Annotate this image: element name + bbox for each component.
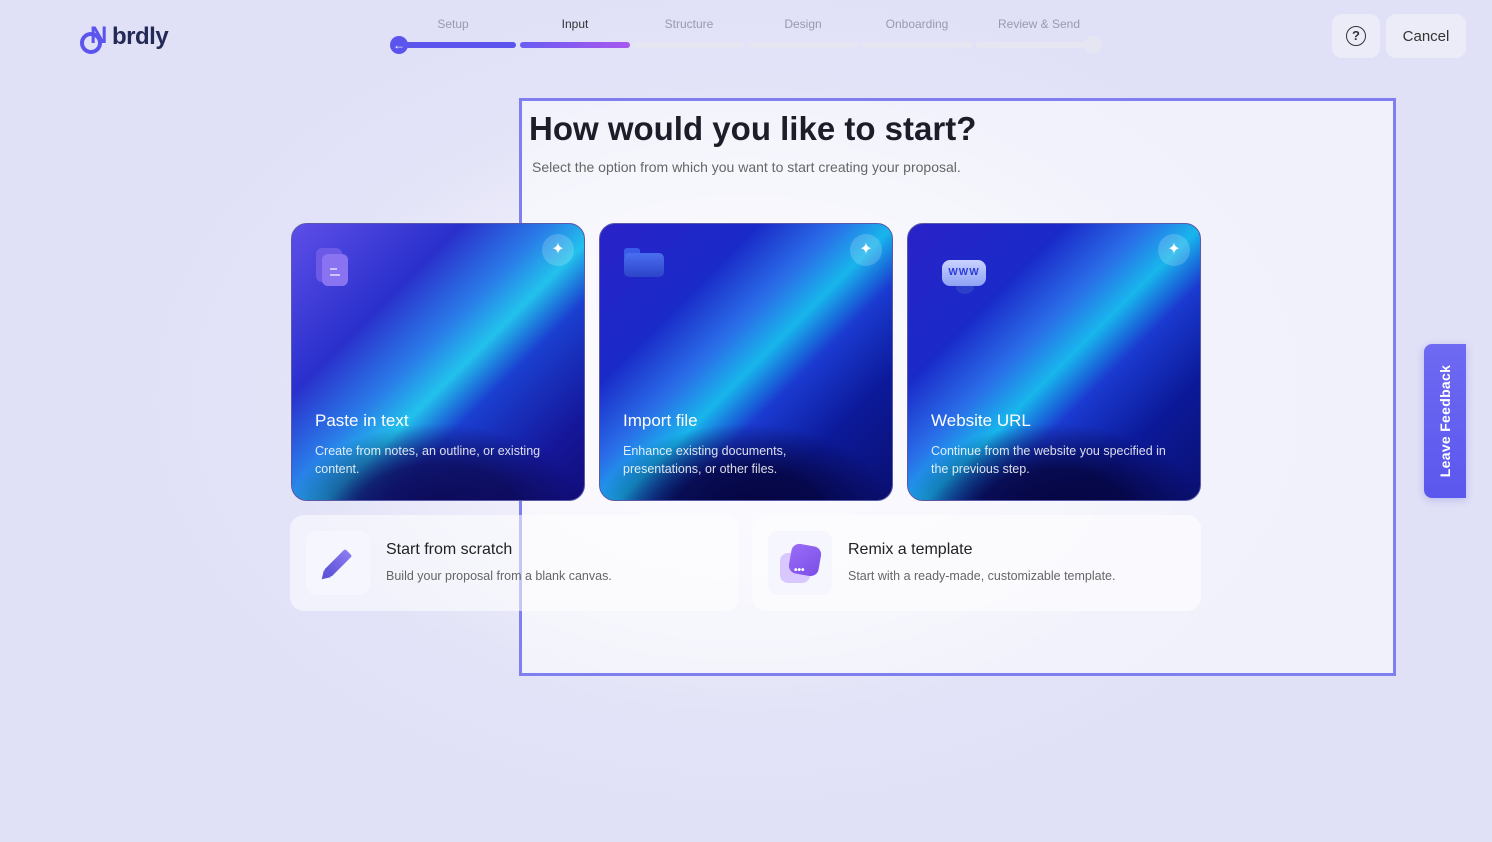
card-description: Create from notes, an outline, or existi… — [315, 444, 541, 476]
feedback-label: Leave Feedback — [1437, 364, 1453, 478]
remix-icon: ••• — [768, 531, 832, 595]
step-setup-label[interactable]: Setup — [437, 17, 468, 31]
card-title: Import file — [623, 411, 698, 430]
pencil-icon — [306, 531, 370, 595]
page-title: How would you like to start? — [529, 110, 977, 147]
step-structure-bar — [634, 42, 744, 48]
step-setup-bar — [398, 42, 516, 48]
card-description: Enhance existing documents, presentation… — [623, 444, 787, 476]
option-start-from-scratch[interactable]: Start from scratch Build your proposal f… — [290, 515, 739, 611]
document-icon — [316, 248, 348, 288]
sparkle-icon: ✦ — [542, 234, 574, 266]
option-description: Build your proposal from a blank canvas. — [386, 569, 612, 583]
www-icon: WWW — [942, 260, 986, 294]
leave-feedback-tab[interactable]: Leave Feedback — [1424, 344, 1466, 498]
logo[interactable]: N brdly — [78, 20, 169, 54]
page-subtitle: Select the option from which you want to… — [532, 159, 961, 175]
sparkle-icon: ✦ — [850, 234, 882, 266]
option-remix-template[interactable]: ••• Remix a template Start with a ready-… — [752, 515, 1201, 611]
card-import-file[interactable]: ✦ Import file Enhance existing documents… — [599, 223, 893, 501]
step-input-label[interactable]: Input — [562, 17, 589, 31]
step-review-send-bar — [976, 42, 1092, 48]
back-arrow-icon[interactable]: ← — [390, 36, 408, 54]
step-structure-label[interactable]: Structure — [665, 17, 714, 31]
option-title: Remix a template — [848, 541, 973, 558]
option-title: Start from scratch — [386, 541, 513, 558]
step-end-dot — [1084, 36, 1102, 54]
card-website-url[interactable]: WWW ✦ Website URL Continue from the webs… — [907, 223, 1201, 501]
cancel-button[interactable]: Cancel — [1386, 14, 1466, 58]
sparkle-icon: ✦ — [1158, 234, 1190, 266]
card-title: Paste in text — [315, 411, 409, 430]
progress-stepper: Setup Input Structure Design Onboarding … — [390, 14, 1102, 54]
logo-text: brdly — [112, 23, 169, 50]
step-input-bar — [520, 42, 630, 48]
question-icon: ? — [1346, 26, 1366, 46]
step-onboarding-label[interactable]: Onboarding — [886, 17, 949, 31]
step-review-send-label[interactable]: Review & Send — [998, 17, 1080, 31]
card-paste-in-text[interactable]: ✦ Paste in text Create from notes, an ou… — [291, 223, 585, 501]
help-button[interactable]: ? — [1332, 14, 1380, 58]
card-description: Continue from the website you specified … — [931, 444, 1166, 476]
logo-mark-icon: N — [78, 20, 114, 54]
option-description: Start with a ready-made, customizable te… — [848, 569, 1116, 583]
step-design-bar — [748, 42, 858, 48]
folder-icon — [624, 248, 664, 278]
step-onboarding-bar — [862, 42, 972, 48]
step-design-label[interactable]: Design — [784, 17, 821, 31]
card-title: Website URL — [931, 411, 1031, 430]
